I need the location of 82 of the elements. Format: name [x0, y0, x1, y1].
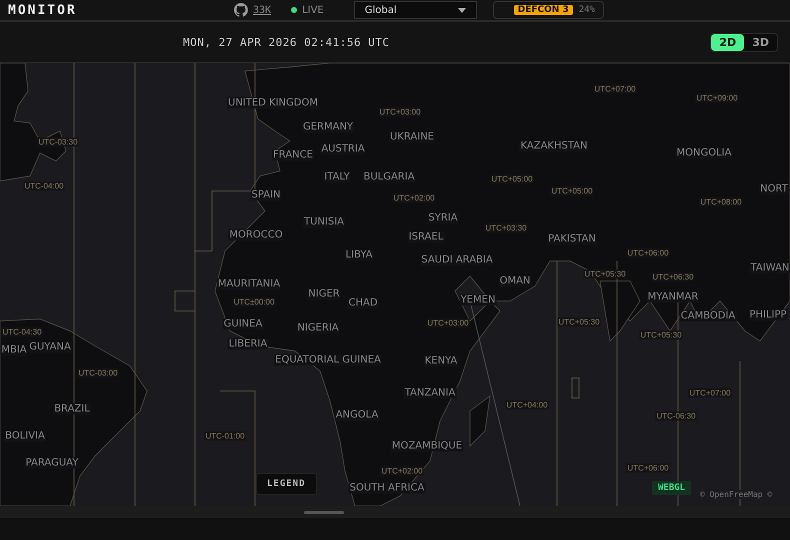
- renderer-badge: WEBGL: [652, 481, 692, 495]
- country-label: LIBYA: [344, 250, 374, 260]
- legend-button[interactable]: LEGEND: [256, 473, 317, 495]
- country-label: KAZAKHSTAN: [520, 140, 588, 152]
- timezone-label: UTC+05:30: [557, 318, 601, 326]
- view-mode-tab[interactable]: 2D: [711, 34, 744, 50]
- timezone-label: UTC+04:00: [505, 400, 549, 410]
- country-label: TAIWAN: [750, 262, 790, 274]
- country-label: UKRAINE: [389, 132, 435, 142]
- country-label: SAUDI ARABIA: [420, 254, 494, 266]
- timezone-label: UTC+05:00: [490, 174, 534, 184]
- timezone-label: UTC-04:00: [23, 182, 65, 190]
- country-label: MAURITANIA: [216, 278, 282, 290]
- live-status: LIVE: [302, 4, 324, 16]
- country-label: MYANMAR: [646, 292, 700, 302]
- country-label: MONGOLIA: [676, 148, 732, 158]
- timezone-label: UTC+09:00: [695, 94, 739, 102]
- country-label: NIGERIA: [296, 322, 340, 334]
- datetime-text: MON, 27 APR 2026 02:41:56 UTC: [183, 36, 390, 48]
- country-label: ITALY: [323, 172, 351, 182]
- country-label: LIBERIA: [228, 338, 268, 350]
- country-label: BRAZIL: [53, 404, 91, 414]
- country-label: MBIA: [0, 344, 28, 356]
- region-select[interactable]: Global: [354, 1, 477, 19]
- country-label: UNITED KINGDOM: [227, 98, 319, 108]
- timezone-label: UTC+05:30: [583, 270, 627, 278]
- country-label: BULGARIA: [362, 172, 416, 182]
- country-label: MOZAMBIQUE: [390, 440, 464, 452]
- country-label: FRANCE: [272, 150, 314, 160]
- view-mode-tab[interactable]: 3D: [744, 34, 777, 50]
- map-attribution: © OpenFreeMap ©: [698, 490, 774, 499]
- country-label: MOROCCO: [228, 230, 284, 240]
- country-label: OMAN: [498, 276, 532, 286]
- country-label: YEMEN: [460, 294, 496, 306]
- timezone-label: UTC+03:30: [484, 224, 528, 232]
- country-label: AUSTRIA: [320, 144, 366, 154]
- country-label: GERMANY: [302, 122, 354, 132]
- country-label: CHAD: [347, 298, 379, 308]
- timezone-label: UTC-04:30: [1, 328, 43, 336]
- country-label: PHILIPP: [748, 310, 788, 320]
- timezone-label: UTC-03:00: [77, 368, 119, 378]
- timezone-label: UTC+05:30: [639, 330, 683, 340]
- timezone-label: UTC+06:00: [626, 248, 670, 258]
- defcon-percent: 24%: [578, 5, 595, 15]
- timezone-label: UTC-06:30: [655, 412, 697, 420]
- country-label: SPAIN: [250, 190, 282, 200]
- timezone-label: UTC+07:00: [688, 388, 732, 398]
- timezone-label: UTC+07:00: [593, 84, 637, 94]
- github-icon: [234, 3, 248, 17]
- timezone-label: UTC+02:00: [392, 194, 436, 202]
- defcon-badge: DEFCON 3: [514, 5, 573, 15]
- caret-icon: [458, 8, 466, 12]
- timezone-label: UTC+06:30: [651, 272, 695, 282]
- country-label: ISRAEL: [408, 232, 444, 242]
- timezone-label: UTC-03:30: [37, 138, 79, 146]
- country-label: CAMBODIA: [680, 310, 736, 322]
- timezone-label: UTC+03:00: [426, 318, 470, 328]
- timezone-label: UTC+02:00: [380, 466, 424, 476]
- country-label: PARAGUAY: [24, 458, 80, 468]
- live-dot-icon: [291, 7, 298, 13]
- country-label: PAKISTAN: [547, 234, 597, 244]
- timezone-label: UTC-01:00: [204, 432, 246, 440]
- country-label: KENYA: [424, 356, 458, 366]
- country-label: TANZANIA: [404, 388, 456, 398]
- timezone-label: UTC+08:00: [699, 198, 743, 206]
- timezone-label: UTC+06:00: [626, 464, 670, 472]
- timezone-label: UTC+05:00: [550, 186, 594, 196]
- resize-handle[interactable]: [304, 510, 344, 514]
- country-label: TUNISIA: [303, 216, 345, 228]
- star-count-link[interactable]: 33K: [253, 4, 272, 16]
- country-label: GUYANA: [28, 342, 72, 352]
- country-label: EQUATORIAL GUINEA: [274, 354, 382, 366]
- country-label: BOLIVIA: [4, 430, 46, 442]
- timezone-label: UTC±00:00: [232, 298, 276, 306]
- timezone-label: UTC+03:00: [378, 108, 422, 116]
- country-label: SOUTH AFRICA: [348, 482, 426, 494]
- country-label: ANGOLA: [334, 410, 380, 420]
- country-label: SYRIA: [427, 212, 459, 224]
- brand-title: MONITOR: [8, 2, 78, 18]
- country-label: NIGER: [307, 288, 341, 300]
- country-label: GUINEA: [222, 318, 264, 330]
- country-label: NORT: [759, 184, 789, 194]
